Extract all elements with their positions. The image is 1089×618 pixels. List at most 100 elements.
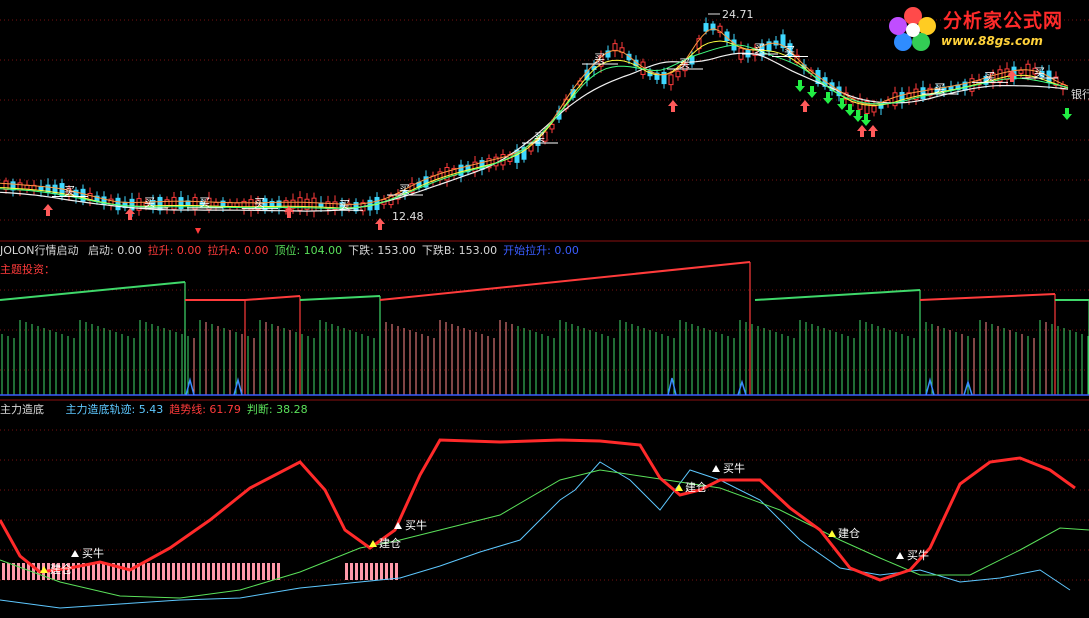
side-label: 银行 xyxy=(1071,87,1089,101)
indicator-panel-bottom[interactable]: 买牛买牛买牛买牛建仓建仓建仓建仓 xyxy=(0,429,1089,609)
trend-segment xyxy=(0,281,186,301)
pink-bar xyxy=(102,563,105,580)
pink-bar xyxy=(197,563,200,580)
buy-mark-label: 买 xyxy=(254,197,265,210)
pink-bar xyxy=(127,563,130,580)
trend-segment xyxy=(919,293,1056,301)
pink-bar xyxy=(167,563,170,580)
hdr2-item-1: 拉升: 0.00 xyxy=(147,244,202,257)
up-arrow-icon xyxy=(868,125,878,137)
start-marker xyxy=(667,377,677,396)
pink-bar xyxy=(192,563,195,580)
buy-mark-label: 买 xyxy=(144,196,155,209)
pink-bar xyxy=(375,563,378,580)
hdr2-item-2: 拉升A: 0.00 xyxy=(207,244,269,257)
pink-bar xyxy=(350,563,353,580)
pink-bar xyxy=(217,563,220,580)
marker-icon xyxy=(195,228,201,234)
build-position-label: 建仓 xyxy=(50,562,72,576)
pink-bar xyxy=(207,563,210,580)
buy-mark-label: 买 xyxy=(199,196,210,209)
down-arrow-icon xyxy=(795,80,805,92)
pink-bar xyxy=(272,563,275,580)
candle-body xyxy=(892,92,898,107)
pink-bar xyxy=(152,563,155,580)
pink-bar xyxy=(122,563,125,580)
blue-track-line xyxy=(0,461,1071,609)
site-logo[interactable]: 分析家公式网 www.88gs.com xyxy=(887,4,1083,54)
pink-bar xyxy=(267,563,270,580)
pink-bar xyxy=(222,563,225,580)
hdr2-item-0: 启动: 0.00 xyxy=(88,244,142,257)
buy-triangle-icon xyxy=(71,550,79,557)
candle-body xyxy=(871,105,877,113)
pink-bar xyxy=(2,563,5,580)
up-arrow-icon xyxy=(668,100,678,112)
pink-bar xyxy=(7,563,10,580)
ma-green-line xyxy=(0,44,1069,209)
pink-bar xyxy=(142,563,145,580)
candle-body xyxy=(290,199,296,209)
pink-bar xyxy=(72,563,75,580)
up-arrow-icon xyxy=(43,204,53,216)
buy-mark-label: 买 xyxy=(594,52,605,65)
build-triangle-icon xyxy=(40,566,48,573)
pink-bar xyxy=(345,563,348,580)
pink-bar xyxy=(212,563,215,580)
buy-mark-label: 买 xyxy=(984,70,995,83)
ma-yellow-line xyxy=(0,40,1069,209)
pink-bar xyxy=(247,563,250,580)
pink-bar xyxy=(157,563,160,580)
start-marker xyxy=(233,377,243,396)
pink-bar xyxy=(172,563,175,580)
pink-bar xyxy=(17,563,20,580)
pink-bar xyxy=(252,563,255,580)
candle-body xyxy=(318,202,324,208)
candle-body xyxy=(297,197,303,211)
pink-bar xyxy=(380,563,383,580)
buy-mark-label: 买 xyxy=(399,183,410,196)
buy-mark-label: 买 xyxy=(534,131,545,144)
pink-bar xyxy=(395,563,398,580)
pink-bar xyxy=(202,563,205,580)
pink-bar xyxy=(182,563,185,580)
buy-mark-label: 买 xyxy=(1034,66,1045,79)
pink-bar xyxy=(237,563,240,580)
buy-mark-label: 买 xyxy=(784,45,795,58)
pink-bar xyxy=(262,563,265,580)
ma-orange-line xyxy=(0,28,1069,205)
down-arrow-icon xyxy=(807,86,817,98)
pink-bar xyxy=(177,563,180,580)
panel2-sublabel: 主题投资： xyxy=(0,263,55,276)
pink-bar xyxy=(132,563,135,580)
pink-bar xyxy=(385,563,388,580)
candle-body xyxy=(115,197,121,211)
start-marker xyxy=(737,379,747,396)
pink-bar xyxy=(227,563,230,580)
build-triangle-icon xyxy=(675,484,683,491)
up-arrow-icon xyxy=(857,125,867,137)
hdr3-item-1: 趋势线: 61.79 xyxy=(169,403,241,416)
candle-body xyxy=(703,23,709,32)
buy-mark-label: 买 xyxy=(64,185,75,198)
logo-url: www.88gs.com xyxy=(941,34,1043,48)
buy-bull-label: 买牛 xyxy=(405,518,427,532)
hdr3-item-0: 主力造底轨迹: 5.43 xyxy=(65,403,164,416)
build-position-label: 建仓 xyxy=(685,480,707,494)
flower-logo-icon xyxy=(889,7,936,51)
buy-bull-label: 买牛 xyxy=(82,546,104,560)
pink-bar xyxy=(360,563,363,580)
candle-body xyxy=(612,43,618,51)
candle-body xyxy=(1004,68,1010,80)
buy-mark-label: 买 xyxy=(679,57,690,70)
hdr3-item-2: 判断: 38.28 xyxy=(246,403,308,416)
pink-bar xyxy=(365,563,368,580)
candle-body xyxy=(311,197,317,212)
pink-bar xyxy=(257,563,260,580)
candle-body xyxy=(1018,69,1024,74)
start-marker xyxy=(185,377,195,396)
panel2-header: JOLON行情启动 启动: 0.00 拉升: 0.00 拉升A: 0.00 顶位: 1… xyxy=(0,243,585,259)
up-arrow-icon xyxy=(800,100,810,112)
down-arrow-icon xyxy=(1062,108,1072,120)
indicator-panel-jolon[interactable] xyxy=(0,261,1089,401)
